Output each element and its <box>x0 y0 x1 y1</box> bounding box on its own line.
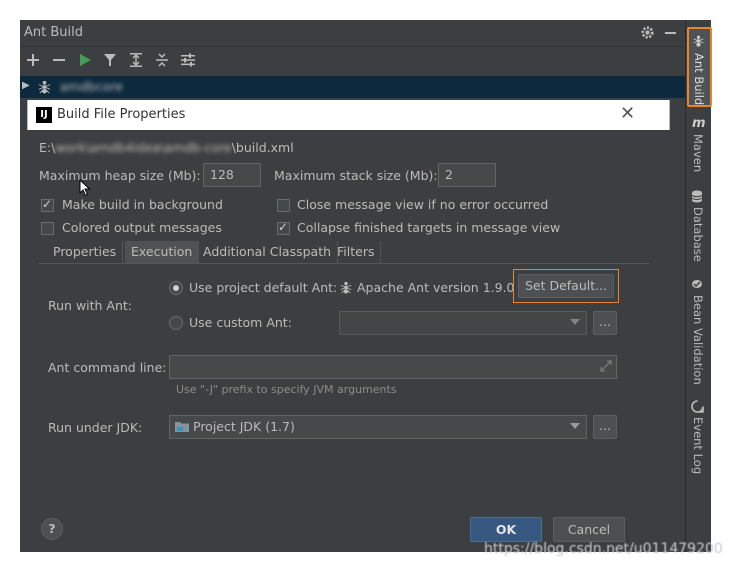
sidebar-item-maven[interactable]: m Maven <box>686 116 711 176</box>
filter-icon[interactable] <box>101 51 119 69</box>
bean-validation-icon <box>691 278 703 290</box>
sidebar-item-ant-build[interactable]: Ant Build <box>687 27 712 107</box>
mouse-cursor-icon <box>79 179 91 197</box>
use-default-ant-label: Use project default Ant: <box>189 280 338 295</box>
intellij-logo-icon: IJ <box>36 107 52 123</box>
expand-all-icon[interactable] <box>127 51 145 69</box>
tree-item-label: amdbcore <box>60 79 123 94</box>
ant-icon <box>692 34 705 47</box>
sidebar-item-label: Database <box>691 207 705 262</box>
sidebar-item-label: Event Log <box>691 417 705 475</box>
folder-icon <box>175 421 189 433</box>
ant-command-line-input[interactable] <box>169 355 617 379</box>
set-default-button[interactable]: Set Default... <box>518 274 614 298</box>
right-tool-sidebar: Ant Build m Maven Database Bean Validati… <box>685 20 712 552</box>
collapse-all-icon[interactable] <box>153 51 171 69</box>
sidebar-item-event-log[interactable]: Event Log <box>686 400 711 475</box>
sidebar-item-database[interactable]: Database <box>686 190 711 262</box>
ant-icon <box>339 280 353 294</box>
execution-panel: Run with Ant: Use project default Ant: A… <box>39 264 649 450</box>
make-build-background-label: Make build in background <box>62 197 223 212</box>
close-icon[interactable]: ✕ <box>620 105 635 123</box>
watermark-text: https://blog.csdn.net/u011479200 <box>484 541 723 557</box>
event-log-icon <box>691 400 704 413</box>
tree-row-buildfile[interactable]: ▶ amdbcore <box>20 76 685 98</box>
sidebar-item-bean-validation[interactable]: Bean Validation <box>686 278 711 385</box>
use-default-ant-radio[interactable] <box>169 281 183 295</box>
help-button[interactable]: ? <box>41 518 63 540</box>
close-message-view-label: Close message view if no error occurred <box>297 197 549 212</box>
colored-output-label: Colored output messages <box>62 220 222 235</box>
use-custom-ant-radio[interactable] <box>169 316 183 330</box>
heap-size-label: Maximum heap size (Mb): <box>39 168 201 183</box>
ant-icon <box>37 79 52 94</box>
expand-icon[interactable] <box>600 360 612 372</box>
collapse-targets-label: Collapse finished targets in message vie… <box>297 220 561 235</box>
database-icon <box>691 190 703 203</box>
tab-strip: Properties Execution Additional Classpat… <box>39 241 649 264</box>
build-file-properties-dialog: IJ Build File Properties ✕ E:\work\amdb4… <box>27 100 670 552</box>
gear-icon[interactable] <box>640 25 655 40</box>
use-custom-ant-label: Use custom Ant: <box>189 315 292 330</box>
toolwindow-header: Ant Build <box>20 20 685 47</box>
minimize-icon[interactable] <box>665 32 676 34</box>
sidebar-item-label: Bean Validation <box>691 295 705 385</box>
dialog-titlebar[interactable]: IJ Build File Properties ✕ <box>27 100 670 130</box>
dialog-title: Build File Properties <box>57 107 186 122</box>
browse-jdk-button[interactable]: ... <box>593 415 617 439</box>
build-file-path: E:\work\amdb4idea\amdb-core\build.xml <box>39 140 294 155</box>
jdk-value: Project JDK (1.7) <box>193 419 295 434</box>
path-prefix: E:\ <box>39 140 56 155</box>
make-build-background-checkbox[interactable] <box>41 197 54 212</box>
sidebar-item-label: Maven <box>691 134 705 173</box>
command-line-hint: Use "-J" prefix to specify JVM arguments <box>176 383 397 396</box>
ok-button[interactable]: OK <box>470 517 542 542</box>
add-icon[interactable] <box>24 51 42 69</box>
run-icon[interactable] <box>76 51 94 69</box>
toolwindow-title: Ant Build <box>24 25 83 40</box>
tab-properties[interactable]: Properties <box>47 241 124 263</box>
cancel-button[interactable]: Cancel <box>553 517 625 542</box>
run-with-ant-label: Run with Ant: <box>48 298 133 313</box>
remove-icon[interactable] <box>50 51 68 69</box>
ant-command-line-label: Ant command line: <box>48 360 167 375</box>
tab-execution[interactable]: Execution <box>125 241 200 263</box>
custom-ant-combo[interactable] <box>339 311 587 335</box>
tab-filters[interactable]: Filters <box>331 241 382 263</box>
collapse-targets-checkbox[interactable] <box>277 220 290 235</box>
path-blurred: work\amdb4idea\amdb-core <box>55 140 232 155</box>
maven-icon: m <box>692 116 706 131</box>
run-under-jdk-label: Run under JDK: <box>48 420 143 435</box>
chevron-down-icon <box>570 319 580 325</box>
colored-output-checkbox[interactable] <box>41 222 54 235</box>
toolwindow-toolbar <box>20 47 685 74</box>
ant-version-label: Apache Ant version 1.9.0 <box>357 280 515 295</box>
stack-size-input[interactable]: 2 <box>438 163 496 187</box>
chevron-down-icon <box>570 423 580 429</box>
stack-size-label: Maximum stack size (Mb): <box>274 168 438 183</box>
settings-sliders-icon[interactable] <box>179 51 197 69</box>
browse-ant-button[interactable]: ... <box>593 311 617 335</box>
heap-size-input[interactable]: 128 <box>203 163 261 187</box>
sidebar-item-label: Ant Build <box>692 53 706 106</box>
path-suffix: \build.xml <box>231 140 294 155</box>
close-message-view-checkbox[interactable] <box>277 199 290 212</box>
tree-expand-icon[interactable]: ▶ <box>22 80 30 91</box>
jdk-combo[interactable]: Project JDK (1.7) <box>169 415 587 439</box>
tab-additional-classpath[interactable]: Additional Classpath <box>197 241 339 263</box>
